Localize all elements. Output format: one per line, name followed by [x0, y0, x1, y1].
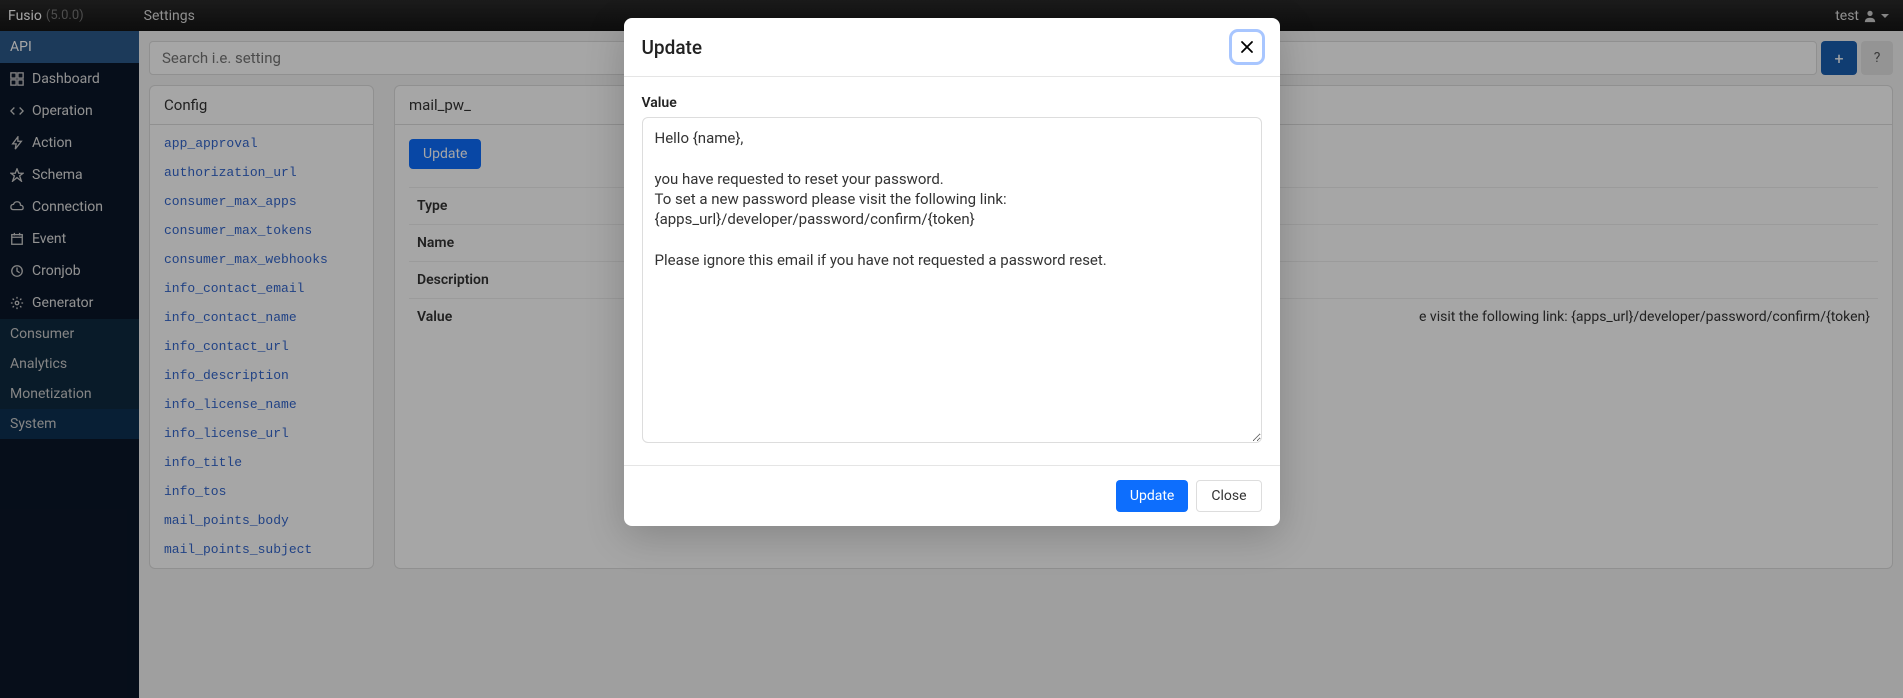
- modal-overlay: Update Value Update Close: [0, 0, 1903, 698]
- modal-close-button[interactable]: [1232, 32, 1262, 62]
- update-modal: Update Value Update Close: [624, 18, 1280, 526]
- modal-close-text-button[interactable]: Close: [1196, 480, 1261, 512]
- modal-footer: Update Close: [624, 465, 1280, 526]
- modal-update-button[interactable]: Update: [1116, 480, 1188, 512]
- value-textarea[interactable]: [642, 117, 1262, 443]
- modal-header: Update: [624, 18, 1280, 77]
- modal-title: Update: [642, 36, 703, 59]
- value-field-label: Value: [642, 95, 1262, 111]
- close-icon: [1239, 39, 1255, 55]
- modal-body: Value: [624, 77, 1280, 465]
